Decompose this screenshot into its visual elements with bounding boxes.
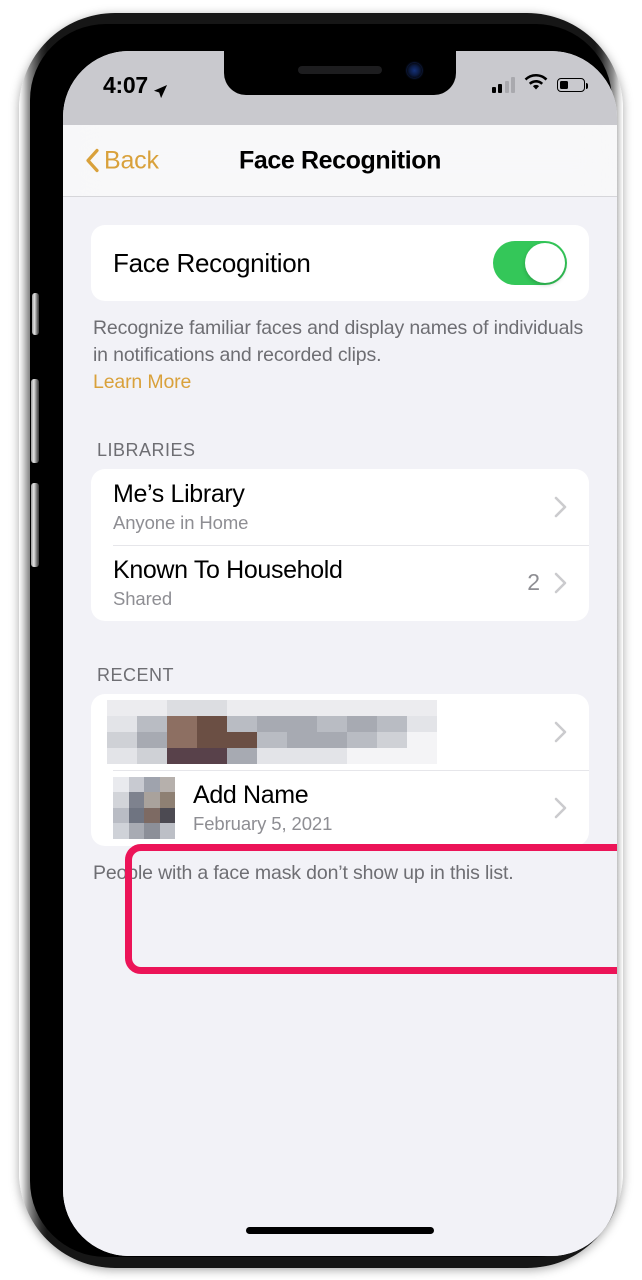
wifi-icon bbox=[524, 74, 548, 96]
face-recognition-switch[interactable] bbox=[493, 241, 567, 285]
navigation-bar: Back Face Recognition bbox=[63, 125, 617, 197]
face-recognition-toggle-card: Face Recognition bbox=[91, 225, 589, 301]
location-arrow-icon bbox=[153, 78, 168, 99]
face-recognition-toggle-label: Face Recognition bbox=[113, 247, 311, 278]
libraries-card: Me’s Library Anyone in Home Known To Hou… bbox=[91, 468, 589, 621]
volume-up-button[interactable] bbox=[31, 379, 39, 463]
status-bar-time-group: 4:07 bbox=[103, 72, 168, 99]
device-notch bbox=[224, 51, 456, 95]
library-row-subtitle: Shared bbox=[113, 588, 173, 610]
row-texts: Add Name February 5, 2021 bbox=[193, 780, 554, 835]
face-recognition-description: Recognize familiar faces and display nam… bbox=[93, 315, 587, 396]
redaction-mosaic bbox=[107, 699, 437, 764]
recent-section-footnote: People with a face mask don’t show up in… bbox=[93, 861, 514, 884]
status-bar-time: 4:07 bbox=[103, 72, 148, 98]
phone-screen: 4:07 Back Face Recognition Face Recognit… bbox=[63, 51, 617, 1256]
pixelated-face-avatar bbox=[113, 776, 175, 839]
home-indicator[interactable] bbox=[246, 1227, 434, 1234]
recent-row-redacted[interactable] bbox=[91, 694, 589, 770]
battery-icon bbox=[557, 78, 589, 92]
settings-content: Face Recognition Recognize familiar face… bbox=[63, 197, 617, 1256]
page-title: Face Recognition bbox=[239, 146, 441, 174]
chevron-right-icon bbox=[554, 797, 567, 819]
recent-row-subtitle: February 5, 2021 bbox=[193, 813, 333, 835]
library-row-title: Known To Household bbox=[113, 556, 343, 585]
face-recognition-description-text: Recognize familiar faces and display nam… bbox=[93, 317, 584, 366]
recent-section-header: RECENT bbox=[97, 664, 175, 685]
silence-switch-button[interactable] bbox=[32, 293, 39, 335]
library-row-mes-library[interactable]: Me’s Library Anyone in Home bbox=[91, 469, 589, 545]
library-row-title: Me’s Library bbox=[113, 480, 245, 509]
front-camera-icon bbox=[407, 63, 422, 78]
screenshot-stage: 4:07 Back Face Recognition Face Recognit… bbox=[0, 0, 642, 1280]
cellular-bars-icon bbox=[491, 77, 515, 93]
iphone-device-frame: 4:07 Back Face Recognition Face Recognit… bbox=[19, 13, 623, 1268]
row-texts: Known To Household Shared bbox=[113, 555, 527, 610]
chevron-right-icon bbox=[554, 496, 567, 518]
chevron-right-icon bbox=[554, 572, 567, 594]
status-bar-indicators bbox=[491, 74, 589, 96]
learn-more-link[interactable]: Learn More bbox=[93, 369, 191, 396]
face-recognition-toggle-row[interactable]: Face Recognition bbox=[91, 225, 589, 301]
chevron-right-icon bbox=[554, 721, 567, 743]
library-row-known-to-household[interactable]: Known To Household Shared 2 bbox=[91, 544, 589, 621]
library-row-subtitle: Anyone in Home bbox=[113, 512, 249, 534]
recent-row-add-name[interactable]: Add Name February 5, 2021 bbox=[91, 769, 589, 846]
recent-card: Add Name February 5, 2021 bbox=[91, 693, 589, 846]
recent-row-title: Add Name bbox=[193, 781, 309, 810]
volume-down-button[interactable] bbox=[31, 483, 39, 567]
libraries-section-header: LIBRARIES bbox=[97, 439, 196, 460]
row-texts: Me’s Library Anyone in Home bbox=[113, 479, 554, 534]
earpiece-speaker-icon bbox=[298, 66, 382, 74]
library-row-count: 2 bbox=[527, 569, 540, 596]
switch-knob bbox=[525, 243, 565, 283]
